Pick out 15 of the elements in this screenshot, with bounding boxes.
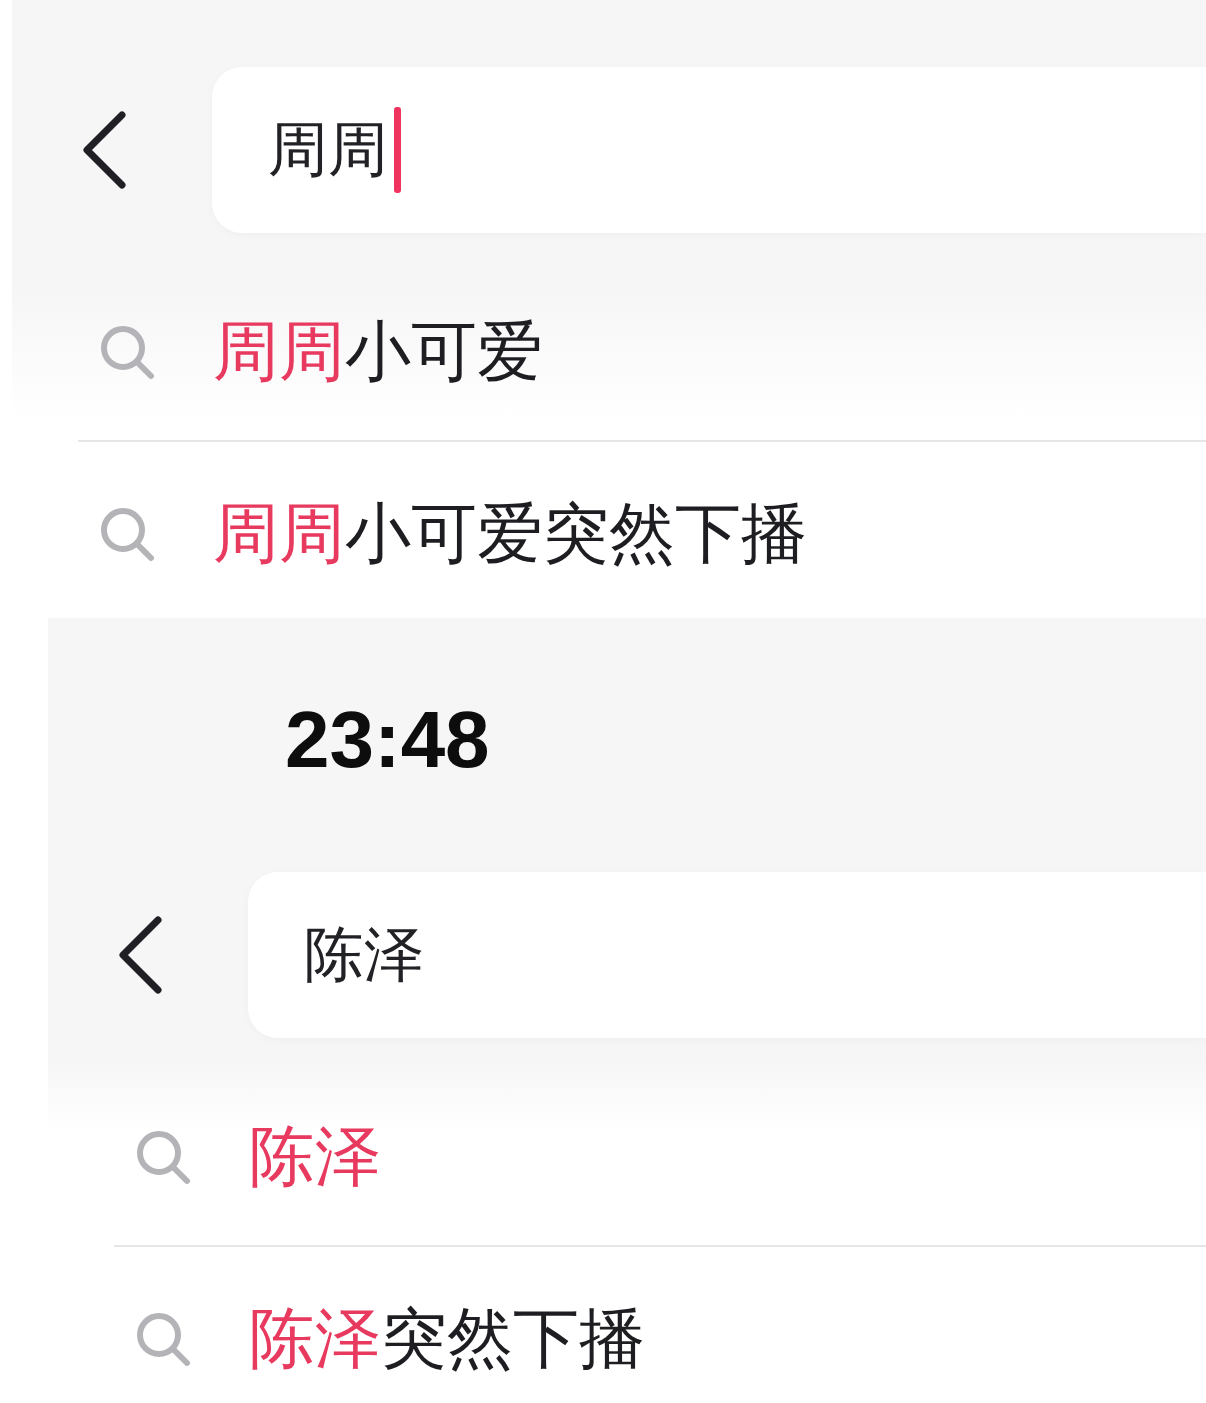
search-icon — [136, 1130, 191, 1185]
search-field[interactable]: 陈泽 — [248, 872, 1206, 1038]
search-icon — [100, 507, 155, 562]
search-icon — [136, 1312, 191, 1367]
suggestion-item[interactable]: 陈泽突然下播 — [114, 1245, 1206, 1393]
search-icon — [100, 325, 155, 380]
back-icon — [82, 111, 126, 189]
suggestion-item[interactable]: 周周小可爱突然下播 — [78, 440, 1206, 588]
back-icon — [118, 916, 162, 994]
status-time: 23:48 — [285, 700, 490, 780]
back-button[interactable] — [118, 916, 162, 994]
back-button[interactable] — [82, 111, 126, 189]
search-field[interactable]: 周周 — [212, 67, 1206, 233]
suggestion-item[interactable]: 周周小可爱 — [78, 260, 1206, 440]
suggestion-item[interactable]: 陈泽 — [114, 1065, 1206, 1245]
